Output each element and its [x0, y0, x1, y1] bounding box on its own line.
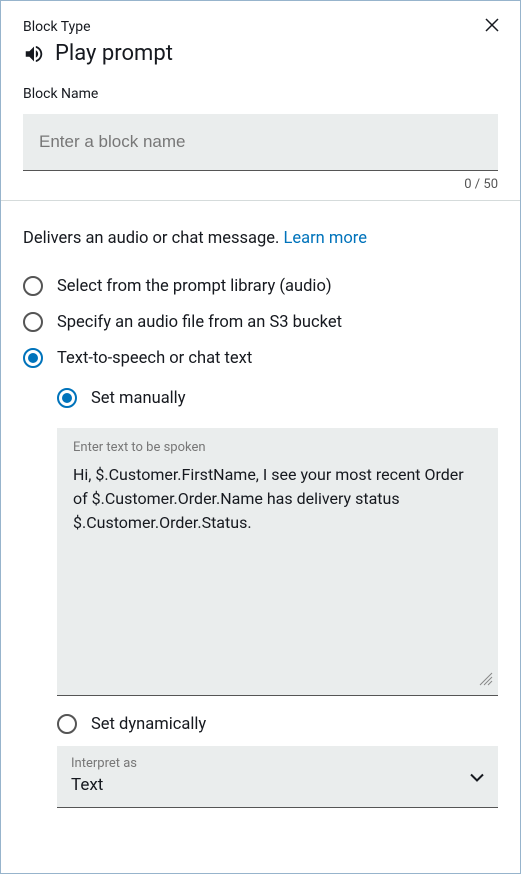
chevron-down-icon [470, 767, 484, 786]
learn-more-link[interactable]: Learn more [283, 229, 366, 248]
radio-s3-bucket[interactable]: Specify an audio file from an S3 bucket [23, 312, 498, 332]
radio-icon-selected [23, 348, 43, 368]
speech-text-field[interactable]: Enter text to be spoken [57, 428, 498, 696]
close-button[interactable] [482, 15, 502, 35]
prompt-source-radio-group: Select from the prompt library (audio) S… [23, 276, 498, 368]
radio-label: Set dynamically [91, 715, 206, 734]
radio-tts[interactable]: Text-to-speech or chat text [23, 348, 498, 368]
close-icon [482, 15, 502, 35]
block-name-input[interactable] [23, 114, 498, 171]
panel-header: Block Type Play prompt [1, 1, 520, 78]
radio-label: Set manually [91, 389, 186, 408]
interpret-as-select[interactable]: Interpret as Text [57, 746, 498, 808]
interpret-as-label: Interpret as [71, 756, 484, 771]
radio-icon [23, 312, 43, 332]
interpret-as-value: Text [71, 775, 484, 795]
radio-icon-selected [57, 388, 77, 408]
block-name-counter: 0 / 50 [1, 171, 520, 200]
content-area: Delivers an audio or chat message. Learn… [1, 201, 520, 808]
panel-title: Play prompt [55, 41, 173, 66]
speech-text-input[interactable] [73, 463, 482, 683]
description-prefix: Delivers an audio or chat message. [23, 229, 283, 248]
radio-set-dynamically[interactable]: Set dynamically [57, 714, 498, 734]
tts-subgroup: Set manually Enter text to be spoken Set… [57, 388, 498, 734]
block-type-label: Block Type [23, 19, 498, 35]
block-name-label: Block Name [23, 86, 498, 102]
radio-set-manually[interactable]: Set manually [57, 388, 498, 408]
radio-label: Text-to-speech or chat text [57, 349, 252, 368]
radio-label: Specify an audio file from an S3 bucket [57, 313, 342, 332]
radio-prompt-library[interactable]: Select from the prompt library (audio) [23, 276, 498, 296]
radio-icon [23, 276, 43, 296]
sound-icon [23, 43, 45, 65]
block-name-section: Block Name [1, 78, 520, 171]
radio-label: Select from the prompt library (audio) [57, 277, 332, 296]
title-row: Play prompt [23, 41, 498, 66]
description-text: Delivers an audio or chat message. Learn… [23, 229, 498, 248]
radio-icon [57, 714, 77, 734]
speech-text-label: Enter text to be spoken [73, 440, 482, 455]
resize-handle-icon[interactable] [478, 671, 494, 691]
